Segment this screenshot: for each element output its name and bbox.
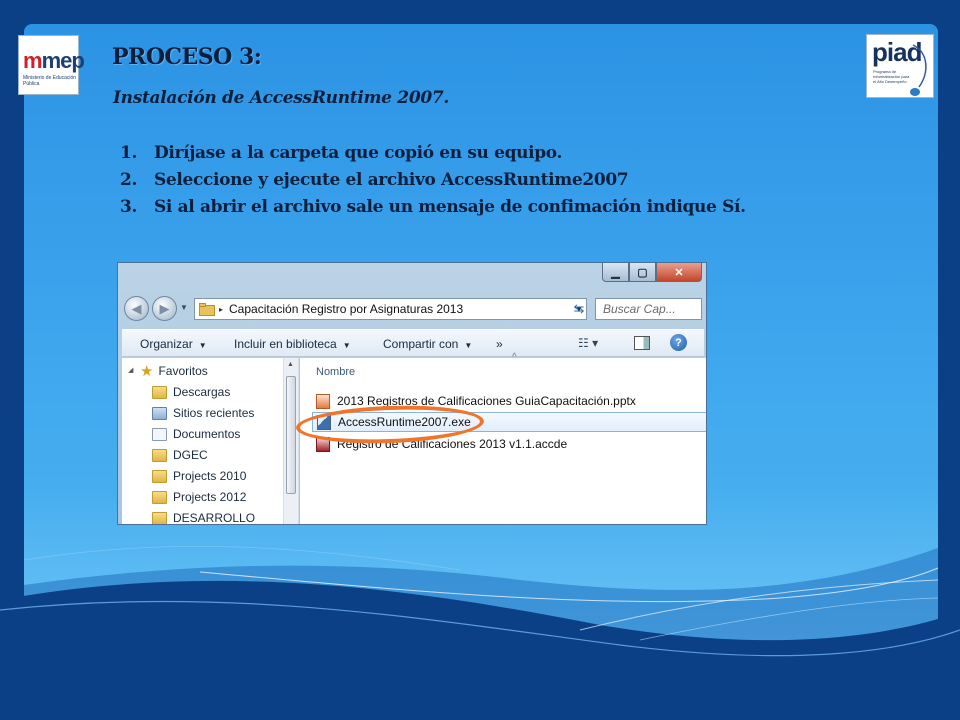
column-header-nombre[interactable]: Nombre (316, 366, 355, 378)
minimize-button[interactable]: ▁ (602, 263, 629, 282)
step-number: 3. (120, 197, 138, 217)
arrow-left-icon: ◀ (131, 300, 142, 316)
sort-caret-icon: ^ (512, 352, 517, 363)
documents-icon (152, 427, 167, 441)
maximize-button[interactable]: ▢ (629, 263, 656, 282)
window-controls: ▁ ▢ ✕ (602, 263, 702, 282)
piad-logo: piad Programa de Informatización para el… (866, 34, 934, 98)
nav-item-label: Descargas (173, 385, 231, 399)
caret-down-icon: ▼ (342, 341, 351, 350)
scroll-thumb[interactable] (286, 376, 296, 494)
mep-logo-caption: Ministerio de Educación Pública (23, 75, 77, 87)
pptx-file-icon (316, 393, 330, 409)
preview-pane-button[interactable] (634, 336, 650, 350)
arrow-right-icon: ▶ (159, 300, 170, 316)
star-icon: ★ (140, 363, 154, 380)
help-icon: ? (675, 336, 682, 349)
nav-item-label: Projects 2010 (173, 469, 247, 483)
slide-title: PROCESO 3: (112, 44, 262, 70)
nav-item-desarrollo[interactable]: DESARROLLO (152, 508, 256, 525)
command-bar: Organizar ▼ Incluir en biblioteca ▼ Compar… (122, 329, 704, 357)
mep-logo: mmep Ministerio de Educación Pública (18, 35, 85, 95)
nav-item-label: Documentos (173, 427, 241, 441)
nav-favorites[interactable]: ★ Favoritos (122, 361, 283, 381)
step-text: Si al abrir el archivo sale un mensaje d… (154, 197, 746, 217)
mep-logo-word: mmep (23, 48, 85, 73)
piad-mouse-icon (910, 44, 927, 96)
view-list-icon: ☷ ▾ (578, 336, 599, 350)
nav-item-label: Sitios recientes (173, 406, 255, 420)
nav-item-sitios-recientes[interactable]: Sitios recientes (152, 403, 254, 423)
back-button[interactable]: ◀ (124, 296, 149, 321)
step-text: Seleccione y ejecute el archivo AccessRu… (154, 170, 629, 190)
close-button[interactable]: ✕ (656, 263, 702, 282)
include-library-label: Incluir en biblioteca (234, 337, 337, 351)
step-number: 1. (120, 143, 138, 163)
organize-label: Organizar (140, 337, 193, 351)
nav-item-label: DGEC (173, 448, 208, 462)
nav-item-projects-2012[interactable]: Projects 2012 (152, 487, 246, 507)
more-commands-button[interactable]: » (496, 337, 503, 351)
folder-icon (152, 448, 167, 462)
nav-item-descargas[interactable]: Descargas (152, 382, 230, 402)
include-library-menu[interactable]: Incluir en biblioteca ▼ (234, 337, 351, 351)
favorites-label: Favoritos (158, 364, 208, 378)
step-item: 3. Si al abrir el archivo sale un mensaje… (120, 194, 746, 221)
refresh-icon: ⇆ (573, 301, 585, 316)
organize-menu[interactable]: Organizar ▼ (140, 337, 207, 351)
step-item: 2. Seleccione y ejecute el archivo Access… (120, 167, 746, 194)
scroll-up-arrow-icon[interactable]: ▲ (287, 361, 294, 368)
nav-scrollbar[interactable]: ▲ (283, 358, 298, 524)
steps-list: 1. Diríjase a la carpeta que copió en su … (120, 140, 746, 221)
folder-icon (199, 302, 215, 316)
share-with-menu[interactable]: Compartir con ▼ (383, 337, 472, 351)
explorer-window: ▁ ▢ ✕ ◀ ▶ ▼ ▸ Capacitación Registro por … (117, 262, 707, 525)
nav-item-dgec[interactable]: DGEC (152, 445, 208, 465)
caret-down-icon: ▼ (198, 341, 207, 350)
nav-item-label: Projects 2012 (173, 490, 247, 504)
step-item: 1. Diríjase a la carpeta que copió en su … (120, 140, 746, 167)
download-folder-icon (152, 385, 167, 399)
share-with-label: Compartir con (383, 337, 459, 351)
change-view-button[interactable]: ☷ ▾ (578, 336, 598, 350)
recent-places-icon (152, 406, 167, 420)
caret-down-icon: ▼ (464, 341, 473, 350)
folder-icon (152, 490, 167, 504)
address-bar[interactable]: ▸ Capacitación Registro por Asignaturas … (194, 298, 587, 320)
refresh-button[interactable]: ⇆ (568, 299, 590, 319)
help-button[interactable]: ? (670, 334, 687, 351)
forward-button[interactable]: ▶ (152, 296, 177, 321)
step-text: Diríjase a la carpeta que copió en su eq… (154, 143, 563, 163)
slide-subtitle: Instalación de AccessRuntime 2007. (113, 88, 450, 108)
folder-icon (152, 469, 167, 483)
search-input[interactable]: Buscar Cap... (595, 298, 702, 320)
nav-item-label: DESARROLLO (173, 511, 256, 525)
breadcrumb-separator[interactable]: ▸ (219, 305, 223, 314)
folder-icon (152, 511, 167, 524)
nav-item-projects-2010[interactable]: Projects 2010 (152, 466, 246, 486)
navigation-pane: ◢ ★ Favoritos Descargas Sitios recientes… (122, 358, 299, 525)
step-number: 2. (120, 170, 138, 190)
nav-item-documentos[interactable]: Documentos (152, 424, 240, 444)
recent-pages-dropdown[interactable]: ▼ (180, 303, 188, 312)
address-path[interactable]: Capacitación Registro por Asignaturas 20… (229, 302, 572, 316)
